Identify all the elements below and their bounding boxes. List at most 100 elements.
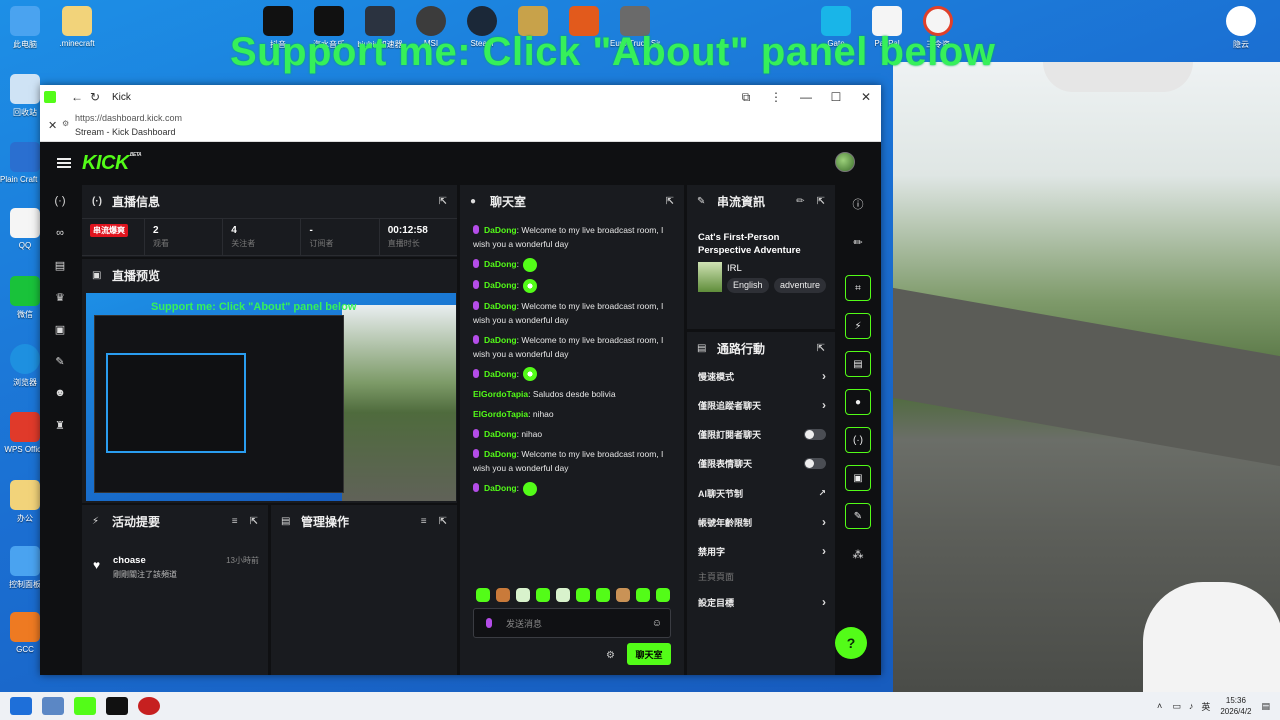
emoji-icon[interactable]: ☺ [652,618,662,629]
mod-row-account-age[interactable]: 帳號年齡限制 › [698,514,826,530]
moderation-icon[interactable]: ♜ [46,409,74,441]
display-icon[interactable]: ▭ [1172,701,1181,712]
browser-taskbar-icon[interactable] [42,697,64,715]
lightning-icon[interactable]: ⚡ [845,313,871,339]
apps-icon[interactable]: ⁂ [845,541,871,567]
popout-icon[interactable]: ⇱ [817,196,825,207]
start-icon[interactable] [10,697,32,715]
document-icon[interactable]: ▤ [845,351,871,377]
mod-row-label: 主頁頁面 [698,571,735,582]
mod-row-followers-only[interactable]: 僅限追蹤者聊天 › [698,397,826,413]
chat-username[interactable]: DaDong [484,225,517,235]
video-icon[interactable]: ▣ [46,313,74,345]
desktop-icon-minecraft[interactable]: .minecraft [52,6,102,48]
layout-icon[interactable]: ▣ [845,465,871,491]
screenshot-icon[interactable]: ⌗ [845,275,871,301]
chat-send-button[interactable]: 聊天室 [627,643,671,665]
preview-video[interactable]: Support me: Click "About" panel below [86,293,456,501]
activity-username[interactable]: choase [113,555,146,566]
emote-icon[interactable] [476,588,490,602]
chat-icon[interactable]: ● [845,389,871,415]
chat-username[interactable]: ElGordoTapia [473,389,528,399]
back-icon[interactable]: ← [68,90,86,104]
reload-icon[interactable]: ↻ [86,90,104,104]
filter-icon[interactable]: ≡ [421,516,427,527]
site-settings-icon[interactable]: ⚙ [62,119,69,128]
info-icon[interactable]: ⓘ [845,191,871,217]
avatar[interactable] [835,152,855,172]
mod-row-banned-words[interactable]: 禁用字 › [698,543,826,559]
wrench-icon[interactable]: ✎ [46,345,74,377]
emote-icon[interactable] [616,588,630,602]
emote-icon[interactable] [596,588,610,602]
chat-username[interactable]: DaDong [484,301,517,311]
maximize-button[interactable]: ☐ [821,90,851,104]
preview-header: ▣ 直播预览 [82,259,457,292]
broadcast-icon[interactable]: (·) [46,185,74,217]
chat-input[interactable]: 发送消息 ☺ [473,608,671,638]
popout-icon[interactable]: ⇱ [666,196,674,207]
wrench-icon[interactable]: ✎ [845,503,871,529]
mod-row-emotes-only[interactable]: 僅限表情聊天 [698,455,826,471]
chat-username[interactable]: DaDong [484,369,517,379]
filter-icon[interactable]: ≡ [232,516,238,527]
link-icon[interactable]: ∞ [46,217,74,249]
computer-icon [10,6,40,36]
popout-icon[interactable]: ⇱ [817,343,825,354]
analytics-icon[interactable]: ▤ [46,249,74,281]
mod-row-slow-mode[interactable]: 慢速模式 › [698,368,826,384]
emote-icon[interactable] [556,588,570,602]
chat-username[interactable]: DaDong [484,335,517,345]
desktop-icon-cloud[interactable]: 隐云 [1216,6,1266,50]
extensions-icon[interactable]: ⧉ [731,90,761,105]
mod-row-subscribers-only[interactable]: 僅限訂閱者聊天 [698,426,826,442]
popout-icon[interactable]: ⇱ [250,516,258,527]
edit-icon[interactable]: ✏ [845,229,871,255]
close-icon[interactable]: ✕ [48,119,57,132]
chat-username[interactable]: DaDong [484,259,517,269]
chat-settings-icon[interactable]: ⚙ [606,650,615,661]
tray-chevron-icon[interactable]: ˄ [1157,701,1162,711]
douyin-taskbar-icon[interactable] [106,697,128,715]
more-icon[interactable]: ⋮ [761,90,791,104]
trophy-icon[interactable]: ♛ [46,281,74,313]
mod-row-ai-moderation[interactable]: AI聊天节制 ↗ [698,485,826,501]
mic-badge-icon [473,225,479,234]
toggle-switch[interactable] [804,428,826,440]
toggle-switch[interactable] [804,457,826,469]
emote-icon[interactable] [516,588,530,602]
popout-icon[interactable]: ⇱ [439,516,447,527]
address-bar[interactable]: ✕ ⚙ https://dashboard.kick.com Stream - … [40,109,881,142]
emote-icon[interactable] [496,588,510,602]
emote-icon[interactable] [636,588,650,602]
kick-taskbar-icon[interactable] [74,697,96,715]
volume-icon[interactable]: ♪ [1189,701,1194,711]
chat-username[interactable]: DaDong [484,280,517,290]
chat-message: DaDong: [473,367,673,382]
emote-icon[interactable] [656,588,670,602]
chat-username[interactable]: DaDong [484,429,517,439]
close-window-button[interactable]: ✕ [851,90,881,104]
chat-username[interactable]: ElGordoTapia [473,409,528,419]
chat-username[interactable]: DaDong [484,449,517,459]
users-icon[interactable]: ☻ [46,377,74,409]
kick-logo[interactable]: KICKBETA [82,152,142,175]
edit-icon[interactable]: ✏ [796,196,804,207]
broadcast-icon[interactable]: (·) [845,427,871,453]
ime-indicator[interactable]: 英 [1201,700,1210,713]
mod-row-set-goal[interactable]: 設定目標 › [698,594,826,610]
chat-username[interactable]: DaDong [484,483,517,493]
popout-icon[interactable]: ⇱ [439,196,447,207]
desktop-icon-this-pc[interactable]: 此电脑 [0,6,50,50]
notification-icon[interactable]: ▤ [1261,701,1270,712]
emote-icon[interactable] [536,588,550,602]
recorder-taskbar-icon[interactable] [138,697,160,715]
clock[interactable]: 15:36 2026/4/2 [1220,695,1251,717]
desktop: 此电脑 回收站 Plain Craft Launcher QQ 微信 浏览器 W… [0,0,1280,692]
emote-icon[interactable] [576,588,590,602]
wps-icon [10,412,40,442]
minimize-button[interactable]: — [791,90,821,104]
help-fab-button[interactable]: ? [835,627,867,659]
mod-actions-panel: ▤ 通路行動 ⇱ 慢速模式 › 僅限追蹤者聊天 › 僅限訂閱者聊天 僅限表情聊天 A… [687,332,835,675]
menu-icon[interactable] [57,158,71,168]
